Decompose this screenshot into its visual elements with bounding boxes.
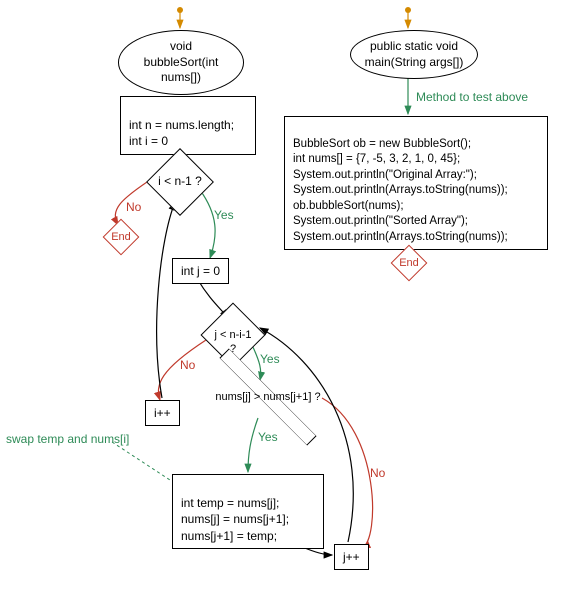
cond-j-yes: Yes	[260, 352, 280, 366]
method-comment: Method to test above	[416, 90, 528, 104]
cond-i-text: i < n-1 ?	[156, 158, 204, 190]
main-body-text: BubbleSort ob = new BubbleSort(); int nu…	[293, 138, 508, 243]
cond-swap: nums[j] > nums[j+1] ?	[206, 378, 330, 416]
cond-swap-yes: Yes	[258, 430, 278, 444]
swap-block-text: int temp = nums[j]; nums[j] = nums[j+1];…	[181, 496, 289, 542]
bubblesort-entry-text: void bubbleSort(int nums[])	[144, 39, 219, 84]
inc-j: j++	[334, 544, 369, 570]
cond-swap-text: nums[j] > nums[j+1] ?	[206, 378, 330, 404]
cond-j-no: No	[180, 358, 195, 372]
end-right: End	[396, 250, 422, 276]
end-left-text: End	[108, 224, 134, 244]
swap-comment: swap temp and nums[i]	[6, 432, 129, 446]
cond-i-yes: Yes	[214, 208, 234, 222]
end-right-text: End	[396, 250, 422, 270]
cond-swap-no: No	[370, 466, 385, 480]
inc-i: i++	[145, 400, 180, 426]
cond-i: i < n-1 ?	[156, 158, 204, 206]
inc-i-text: i++	[154, 406, 171, 420]
bubblesort-entry: void bubbleSort(int nums[])	[118, 30, 244, 95]
main-body: BubbleSort ob = new BubbleSort(); int nu…	[284, 116, 548, 250]
main-entry-text: public static void main(String args[])	[365, 39, 464, 69]
cond-j: j < n-i-1 ?	[210, 312, 256, 358]
swap-block: int temp = nums[j]; nums[j] = nums[j+1];…	[172, 474, 324, 549]
main-entry: public static void main(String args[])	[350, 30, 478, 79]
init-block: int n = nums.length; int i = 0	[120, 96, 256, 155]
inc-j-text: j++	[343, 550, 360, 564]
cond-i-no: No	[126, 200, 141, 214]
init-j: int j = 0	[172, 258, 229, 284]
init-j-text: int j = 0	[181, 264, 220, 278]
cond-j-text: j < n-i-1 ?	[210, 312, 256, 357]
init-block-text: int n = nums.length; int i = 0	[129, 118, 234, 148]
end-left: End	[108, 224, 134, 250]
